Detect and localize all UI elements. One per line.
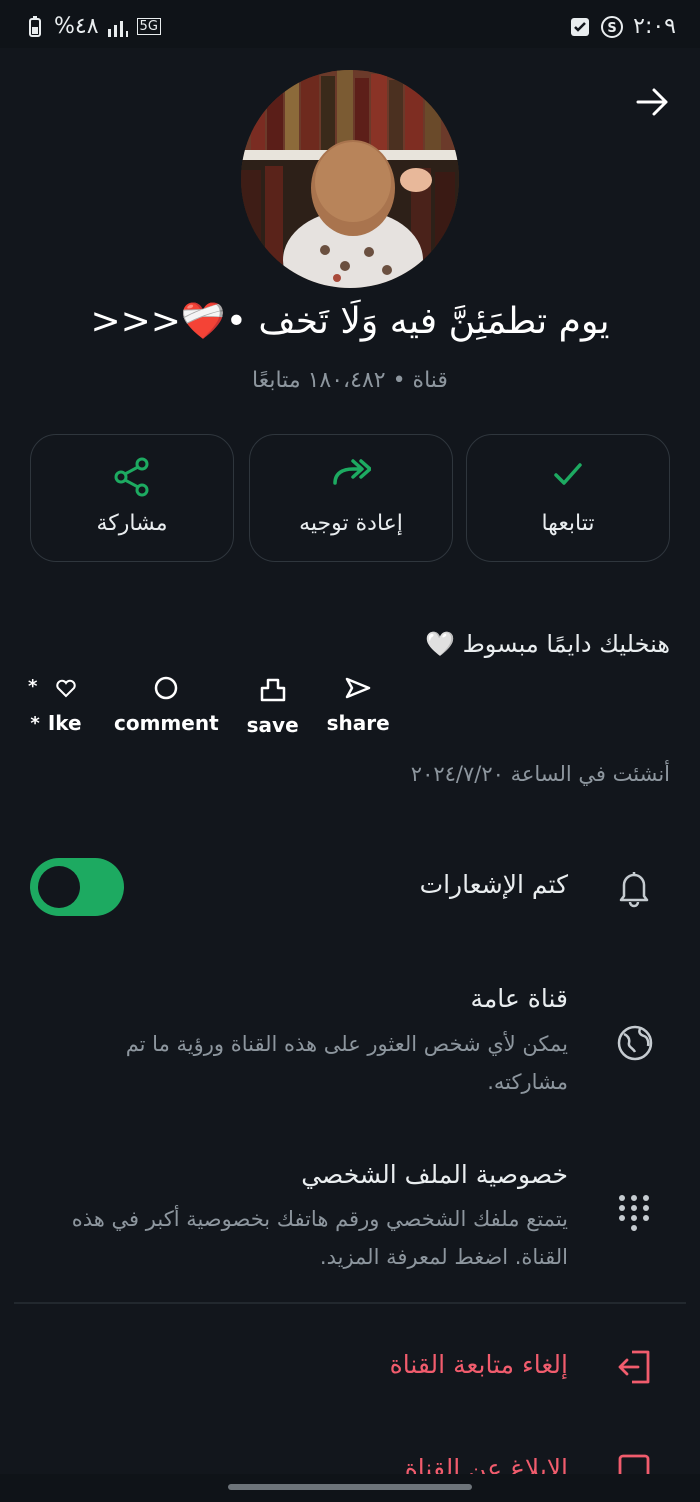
mute-notifications-toggle[interactable] <box>30 858 124 916</box>
forward-button[interactable]: إعادة توجيه <box>249 434 453 562</box>
back-arrow-icon[interactable] <box>632 82 672 122</box>
channel-avatar[interactable] <box>241 70 459 288</box>
globe-icon <box>616 1024 653 1061</box>
report-channel-label: الإبلاغ عن القناة <box>404 1454 568 1474</box>
forward-icon <box>250 457 452 491</box>
send-icon <box>344 676 372 705</box>
public-channel-title: قناة عامة <box>470 984 569 1013</box>
report-channel-row[interactable]: الإبلاغ عن القناة <box>0 1444 700 1474</box>
share-mini-label: share <box>326 711 390 735</box>
channel-name: يوم تطمَئِنَّ فيه وَلَا تَخف •❤️‍🩹<<< <box>90 301 610 342</box>
following-button[interactable]: تتابعها <box>466 434 670 562</box>
signal-icon <box>107 16 129 38</box>
like-label: Ike <box>47 711 82 735</box>
mute-notifications-label: كتم الإشعارات <box>419 870 568 899</box>
checkbox-notification-icon <box>569 16 591 38</box>
forward-label: إعادة توجيه <box>299 511 403 536</box>
like-action[interactable]: * * Ike <box>26 676 86 737</box>
status-left: %٤٨ 5G <box>24 14 161 39</box>
comment-label: comment <box>114 711 219 735</box>
unfollow-channel-row[interactable]: إلغاء متابعة القناة <box>0 1336 700 1400</box>
home-gesture-pill[interactable] <box>228 1484 472 1490</box>
s-notification-icon: S <box>601 15 624 38</box>
toggle-knob <box>38 866 80 908</box>
post-mini-actions: * * Ike comment save share <box>26 676 390 737</box>
network-type: 5G <box>136 18 161 35</box>
status-time: ٢:٠٩ <box>633 14 676 39</box>
heart-icon: * <box>26 676 86 705</box>
bell-icon <box>616 868 652 908</box>
battery-percent: %٤٨ <box>54 14 99 39</box>
dialpad-icon <box>616 1194 652 1231</box>
status-right: S ٢:٠٩ <box>569 14 676 39</box>
check-icon <box>467 457 669 491</box>
following-label: تتابعها <box>541 511 595 536</box>
unfollow-channel-label: إلغاء متابعة القناة <box>389 1350 568 1379</box>
star-decoration: * <box>30 712 40 734</box>
share-label: مشاركة <box>96 511 168 536</box>
save-icon <box>259 676 287 707</box>
battery-icon <box>24 15 46 38</box>
status-bar: %٤٨ 5G S ٢:٠٩ <box>0 0 700 48</box>
save-action[interactable]: save <box>247 676 299 737</box>
created-date: أنشئت في الساعة ٢٠٢٤/٧/٢٠ <box>410 762 670 786</box>
comment-icon <box>153 676 179 705</box>
report-flag-icon <box>616 1452 652 1474</box>
profile-privacy-subtitle: يتمتع ملفك الشخصي ورقم هاتفك بخصوصية أكب… <box>71 1207 568 1269</box>
save-label: save <box>246 713 299 737</box>
profile-privacy-title: خصوصية الملف الشخصي <box>301 1160 568 1189</box>
share-button[interactable]: مشاركة <box>30 434 234 562</box>
svg-text:S: S <box>607 21 616 36</box>
channel-subtitle: قناة • ١٨٠،٤٨٢ متابعًا <box>252 368 448 393</box>
share-action[interactable]: share <box>327 676 390 737</box>
channel-description: هنخليك دايمًا مبسوط 🤍 <box>425 630 670 658</box>
share-icon <box>31 457 233 497</box>
section-divider <box>14 1302 686 1304</box>
public-channel-subtitle: يمكن لأي شخص العثور على هذه القناة ورؤية… <box>125 1032 568 1094</box>
exit-icon <box>616 1348 652 1384</box>
comment-action[interactable]: comment <box>114 676 219 737</box>
svg-text:*: * <box>28 676 38 697</box>
